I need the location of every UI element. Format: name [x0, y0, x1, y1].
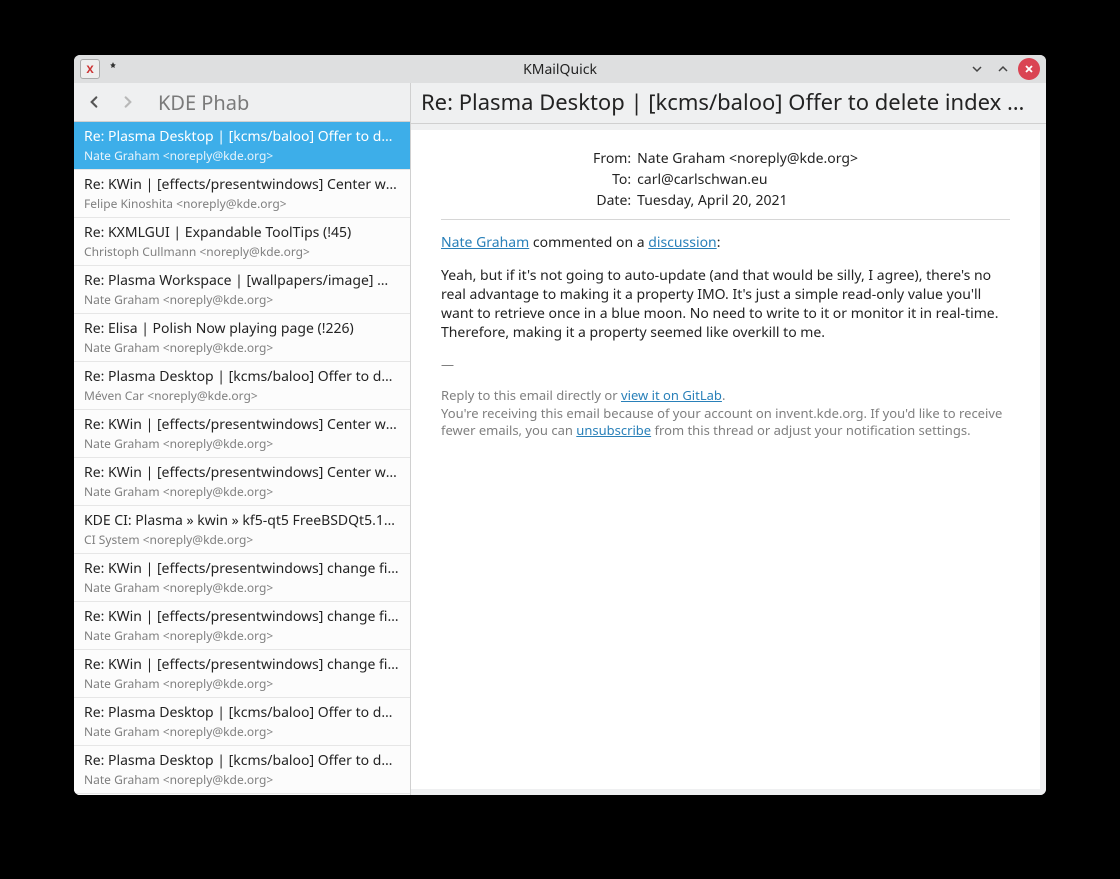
maximize-button[interactable]: [992, 58, 1014, 80]
header-date-value: Tuesday, April 20, 2021: [637, 190, 858, 211]
message-list-item[interactable]: Re: KWin | [effects/presentwindows] chan…: [74, 554, 410, 602]
message-item-from: Nate Graham <noreply@kde.org>: [84, 675, 400, 692]
pin-icon[interactable]: [106, 60, 120, 78]
message-item-from: Nate Graham <noreply@kde.org>: [84, 291, 400, 308]
message-item-from: Nate Graham <noreply@kde.org>: [84, 147, 400, 164]
comment-attribution: Nate Graham commented on a discussion:: [441, 234, 1010, 253]
folder-name: KDE Phab: [158, 89, 249, 116]
message-item-from: Christoph Cullmann <noreply@kde.org>: [84, 243, 400, 260]
header-to-value: carl@carlschwan.eu: [637, 169, 858, 190]
app-icon: X: [80, 59, 100, 79]
message-list-item[interactable]: Re: KWin | [effects/presentwindows] chan…: [74, 602, 410, 650]
message-item-subject: Re: Plasma Desktop | [kcms/baloo] Offer …: [84, 751, 400, 770]
message-item-subject: Re: KWin | [effects/presentwindows] Cent…: [84, 175, 400, 194]
message-list-item[interactable]: Re: Plasma Desktop | [kcms/baloo] Offer …: [74, 362, 410, 410]
unsubscribe-link[interactable]: unsubscribe: [576, 421, 651, 439]
message-list-item[interactable]: Re: Plasma Desktop | [kcms/baloo] Offer …: [74, 122, 410, 170]
header-separator: [441, 219, 1010, 220]
author-link[interactable]: Nate Graham: [441, 233, 529, 252]
divider-dash: —: [441, 356, 1010, 374]
message-list-item[interactable]: Re: KWin | [effects/presentwindows] Cent…: [74, 458, 410, 506]
message-list-item[interactable]: Re: Elisa | Polish Now playing page (!22…: [74, 314, 410, 362]
message-item-from: Nate Graham <noreply@kde.org>: [84, 627, 400, 644]
window-title: KMailQuick: [74, 60, 1046, 79]
message-item-subject: Re: Plasma Workspace | [wallpapers/image…: [84, 271, 400, 290]
message-item-from: Nate Graham <noreply@kde.org>: [84, 771, 400, 788]
titlebar: X KMailQuick: [74, 55, 1046, 83]
message-list-item[interactable]: Re: KXMLGUI | Expandable ToolTips (!45)C…: [74, 218, 410, 266]
view-on-gitlab-link[interactable]: view it on GitLab: [621, 386, 722, 404]
message-item-subject: Re: Plasma Desktop | [kcms/baloo] Offer …: [84, 367, 400, 386]
message-item-subject: Re: Elisa | Polish Now playing page (!22…: [84, 319, 400, 338]
message-list-item[interactable]: KDE CI: Plasma » kwin » kf5-qt5 FreeBSDQ…: [74, 506, 410, 554]
message-list[interactable]: Re: Plasma Desktop | [kcms/baloo] Offer …: [74, 122, 410, 795]
message-item-from: Méven Car <noreply@kde.org>: [84, 387, 400, 404]
nav-back-button[interactable]: [84, 92, 104, 112]
message-item-from: Nate Graham <noreply@kde.org>: [84, 339, 400, 356]
message-item-from: Nate Graham <noreply@kde.org>: [84, 723, 400, 740]
header-from-value: Nate Graham <noreply@kde.org>: [637, 148, 858, 169]
message-item-subject: Re: Plasma Desktop | [kcms/baloo] Offer …: [84, 127, 400, 146]
message-item-from: CI System <noreply@kde.org>: [84, 531, 400, 548]
message-reader-pane: Re: Plasma Desktop | [kcms/baloo] Offer …: [411, 83, 1046, 795]
message-item-subject: KDE CI: Plasma » kwin » kf5-qt5 FreeBSDQ…: [84, 511, 400, 530]
message-text: Yeah, but if it's not going to auto-upda…: [441, 267, 1010, 343]
message-list-item[interactable]: Re: KWin | [effects/presentwindows] Cent…: [74, 170, 410, 218]
message-list-pane: KDE Phab Re: Plasma Desktop | [kcms/balo…: [74, 83, 411, 795]
app-window: X KMailQuick: [74, 55, 1046, 795]
close-button[interactable]: [1018, 58, 1040, 80]
message-headers: From: Nate Graham <noreply@kde.org> To: …: [593, 148, 858, 211]
minimize-button[interactable]: [966, 58, 988, 80]
message-item-subject: Re: KWin | [effects/presentwindows] chan…: [84, 655, 400, 674]
message-list-item[interactable]: Re: KWin | [effects/presentwindows] chan…: [74, 650, 410, 698]
footer-reply-line: Reply to this email directly or view it …: [441, 387, 1010, 440]
header-date-label: Date:: [593, 190, 637, 211]
folder-header: KDE Phab: [74, 83, 410, 122]
header-to-label: To:: [593, 169, 637, 190]
message-item-from: Nate Graham <noreply@kde.org>: [84, 483, 400, 500]
nav-forward-button[interactable]: [118, 92, 138, 112]
message-item-from: Nate Graham <noreply@kde.org>: [84, 435, 400, 452]
message-list-item[interactable]: Re: KWin | [effects/presentwindows] Cent…: [74, 410, 410, 458]
message-item-from: Nate Graham <noreply@kde.org>: [84, 579, 400, 596]
message-item-from: Felipe Kinoshita <noreply@kde.org>: [84, 195, 400, 212]
message-list-item[interactable]: Re: KXMLGUI | Expandable ToolTips (!45)W…: [74, 794, 410, 795]
message-list-item[interactable]: Re: Plasma Workspace | [wallpapers/image…: [74, 266, 410, 314]
message-subject: Re: Plasma Desktop | [kcms/baloo] Offer …: [411, 83, 1046, 124]
message-item-subject: Re: KWin | [effects/presentwindows] Cent…: [84, 463, 400, 482]
message-list-item[interactable]: Re: Plasma Desktop | [kcms/baloo] Offer …: [74, 746, 410, 794]
message-item-subject: Re: KWin | [effects/presentwindows] Cent…: [84, 415, 400, 434]
message-item-subject: Re: Plasma Desktop | [kcms/baloo] Offer …: [84, 703, 400, 722]
message-item-subject: Re: KWin | [effects/presentwindows] chan…: [84, 559, 400, 578]
message-list-item[interactable]: Re: Plasma Desktop | [kcms/baloo] Offer …: [74, 698, 410, 746]
header-from-label: From:: [593, 148, 637, 169]
message-body: From: Nate Graham <noreply@kde.org> To: …: [411, 130, 1040, 789]
discussion-link[interactable]: discussion: [648, 233, 716, 252]
message-item-subject: Re: KXMLGUI | Expandable ToolTips (!45): [84, 223, 400, 242]
message-item-subject: Re: KWin | [effects/presentwindows] chan…: [84, 607, 400, 626]
